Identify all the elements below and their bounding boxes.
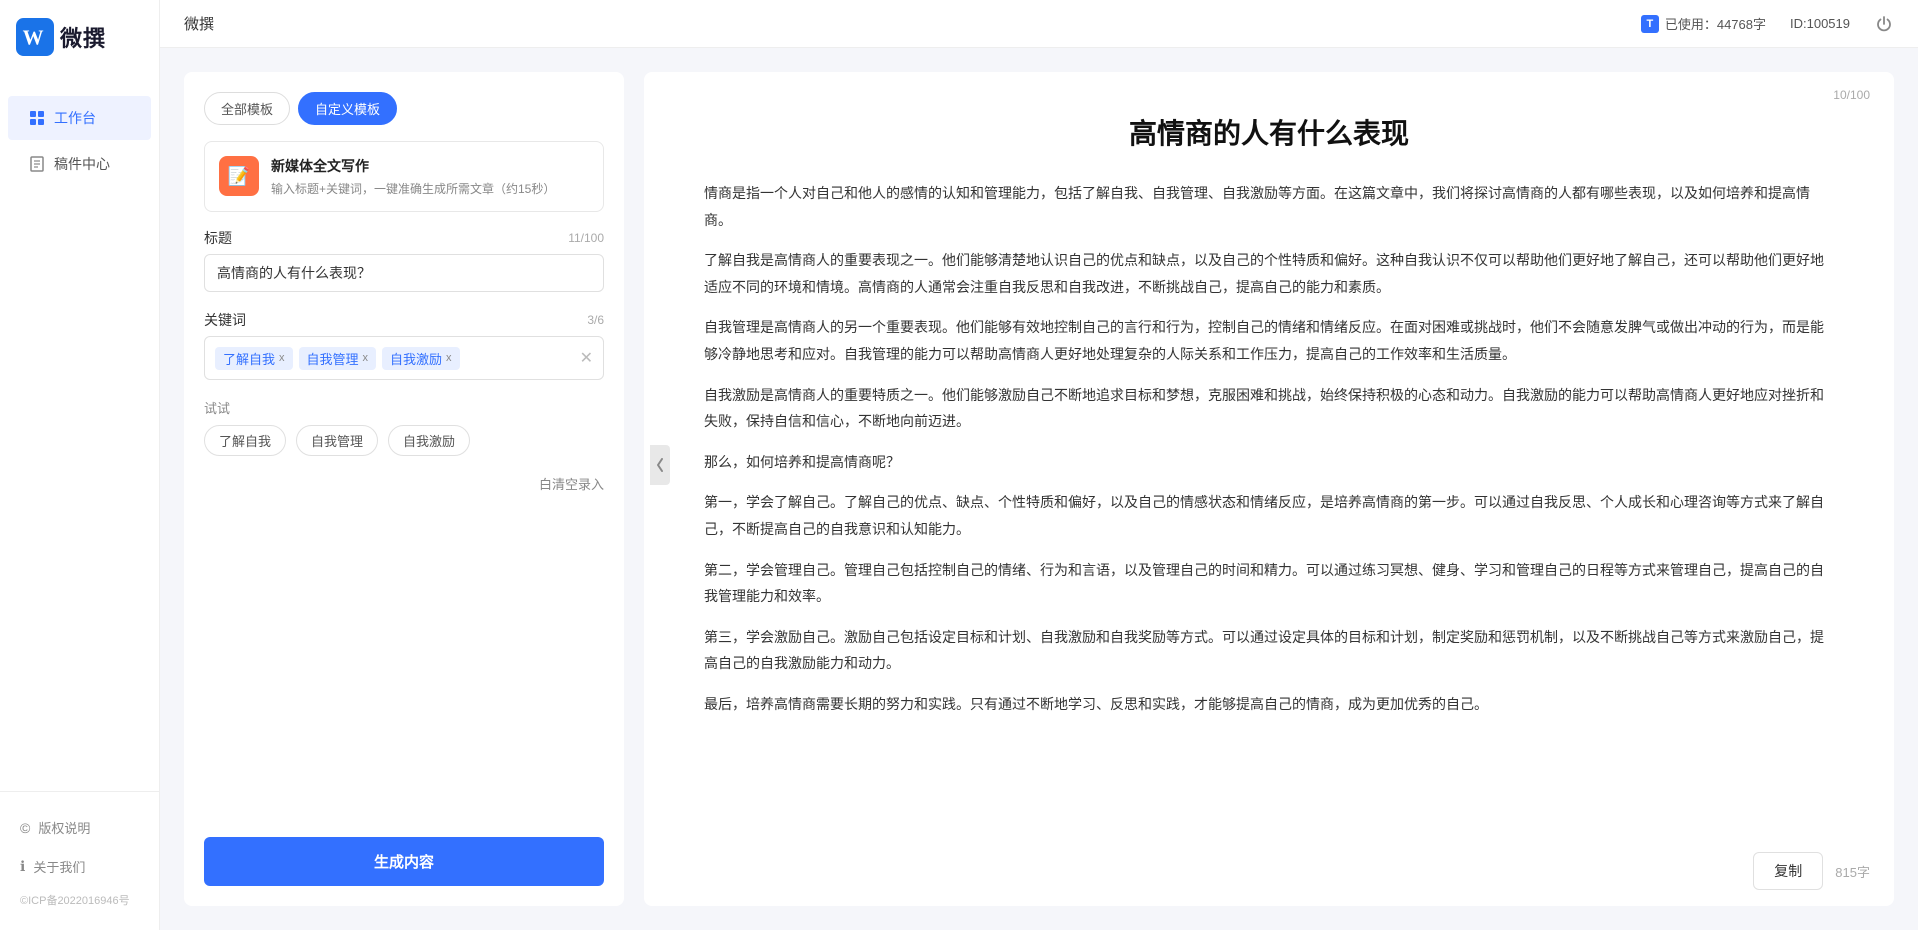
info-icon: ℹ [20,858,25,875]
topbar-right: T 已使用：44768字 ID:100519 [1641,14,1894,34]
template-card[interactable]: 📝 新媒体全文写作 输入标题+关键词，一键准确生成所需文章（约15秒） [204,141,604,212]
copy-button[interactable]: 复制 [1753,852,1823,890]
logo-text: 微撰 [60,21,106,53]
card-body: 新媒体全文写作 输入标题+关键词，一键准确生成所需文章（约15秒） [271,156,555,197]
body-area: 全部模板 自定义模板 📝 新媒体全文写作 输入标题+关键词，一键准确生成所需文章… [160,48,1918,930]
keyword-tag-1-text: 了解自我 [223,349,275,368]
power-button[interactable] [1874,14,1894,34]
drafts-icon [28,155,46,173]
card-desc: 输入标题+关键词，一键准确生成所需文章（约15秒） [271,180,555,197]
article-paragraph-7: 第三，学会激励自己。激励自己包括设定目标和计划、自我激励和自我奖励等方式。可以通… [704,624,1834,677]
template-tabs: 全部模板 自定义模板 [204,92,604,125]
title-label-row: 标题 11/100 [204,228,604,248]
try-tags: 了解自我 自我管理 自我激励 [204,425,604,456]
article-paragraph-8: 最后，培养高情商需要长期的努力和实践。只有通过不断地学习、反思和实践，才能够提高… [704,691,1834,718]
keyword-tag-2-remove[interactable]: x [363,352,369,364]
svg-text:W: W [23,26,44,50]
article-paragraph-2: 自我管理是高情商人的另一个重要表现。他们能够有效地控制自己的言行和行为，控制自己… [704,314,1834,367]
article-paragraph-4: 那么，如何培养和提高情商呢？ [704,449,1834,476]
sidebar-item-drafts-label: 稿件中心 [54,154,110,174]
keyword-tag-2: 自我管理 x [299,347,377,370]
keyword-tag-3: 自我激励 x [382,347,460,370]
keywords-box[interactable]: 了解自我 x 自我管理 x 自我激励 x ✕ [204,336,604,380]
sidebar-item-drafts[interactable]: 稿件中心 [8,142,151,186]
sidebar-item-copyright[interactable]: © 版权说明 [0,808,159,847]
usage-label: 已使用：44768字 [1665,14,1766,33]
keywords-label: 关键词 [204,310,246,330]
sidebar-item-workbench-label: 工作台 [54,108,96,128]
article-body: 情商是指一个人对自己和他人的感情的认知和管理能力，包括了解自我、自我管理、自我激… [704,180,1834,718]
keywords-label-row: 关键词 3/6 [204,310,604,330]
keywords-count: 3/6 [587,313,604,327]
article-paragraph-1: 了解自我是高情商人的重要表现之一。他们能够清楚地认识自己的优点和缺点，以及自己的… [704,247,1834,300]
card-title: 新媒体全文写作 [271,156,555,176]
clear-link[interactable]: 白清空录入 [204,474,604,493]
try-tag-1[interactable]: 了解自我 [204,425,286,456]
sidebar: W 微撰 工作台 [0,0,160,930]
tab-all-templates[interactable]: 全部模板 [204,92,290,125]
keywords-section: 关键词 3/6 了解自我 x 自我管理 x 自我激励 x [204,310,604,380]
article-title: 高情商的人有什么表现 [704,112,1834,152]
article-paragraph-0: 情商是指一个人对自己和他人的感情的认知和管理能力，包括了解自我、自我管理、自我激… [704,180,1834,233]
article-paragraph-5: 第一，学会了解自己。了解自己的优点、缺点、个性特质和偏好，以及自己的情感状态和情… [704,489,1834,542]
topbar-usage: T 已使用：44768字 [1641,14,1766,33]
try-label: 试试 [204,398,604,417]
try-tag-3[interactable]: 自我激励 [388,425,470,456]
topbar-id: ID:100519 [1790,16,1850,31]
keyword-tag-1-remove[interactable]: x [279,352,285,364]
left-panel: 全部模板 自定义模板 📝 新媒体全文写作 输入标题+关键词，一键准确生成所需文章… [184,72,624,906]
tab-custom-templates[interactable]: 自定义模板 [298,92,397,125]
article-page-count: 10/100 [1833,88,1870,102]
topbar: 微撰 T 已使用：44768字 ID:100519 [160,0,1918,48]
sidebar-logo: W 微撰 [0,0,159,74]
right-panel: 10/100 高情商的人有什么表现 情商是指一个人对自己和他人的感情的认知和管理… [644,72,1894,906]
sidebar-item-about[interactable]: ℹ 关于我们 [0,847,159,886]
copyright-icon: © [20,820,30,836]
icp-text: ©ICP备2022016946号 [0,886,159,918]
sidebar-copyright-label: 版权说明 [38,818,90,837]
main-content: 微撰 T 已使用：44768字 ID:100519 全部模板 自定义模板 [160,0,1918,930]
card-icon: 📝 [219,156,259,196]
title-input[interactable] [204,254,604,292]
title-count: 11/100 [568,231,604,245]
keyword-tag-3-remove[interactable]: x [446,352,452,364]
word-count: 815字 [1835,862,1870,881]
article-paragraph-6: 第二，学会管理自己。管理自己包括控制自己的情绪、行为和言语，以及管理自己的时间和… [704,557,1834,610]
sidebar-about-label: 关于我们 [33,857,85,876]
sidebar-bottom: © 版权说明 ℹ 关于我们 ©ICP备2022016946号 [0,791,159,930]
article-paragraph-3: 自我激励是高情商人的重要特质之一。他们能够激励自己不断地追求目标和梦想，克服困难… [704,382,1834,435]
usage-icon: T [1641,15,1659,33]
article-footer: 复制 815字 [1753,852,1870,890]
logo-icon: W [16,18,54,56]
collapse-arrow[interactable] [650,445,670,485]
keyword-tag-3-text: 自我激励 [390,349,442,368]
workbench-icon [28,109,46,127]
title-section: 标题 11/100 [204,228,604,292]
generate-button[interactable]: 生成内容 [204,837,604,886]
try-section: 试试 了解自我 自我管理 自我激励 [204,398,604,456]
try-tag-2[interactable]: 自我管理 [296,425,378,456]
keyword-tag-2-text: 自我管理 [307,349,359,368]
title-label: 标题 [204,228,232,248]
sidebar-item-workbench[interactable]: 工作台 [8,96,151,140]
keywords-clear-icon[interactable]: ✕ [580,348,593,368]
topbar-title: 微撰 [184,13,214,34]
keyword-tag-1: 了解自我 x [215,347,293,370]
sidebar-nav: 工作台 稿件中心 [0,74,159,791]
